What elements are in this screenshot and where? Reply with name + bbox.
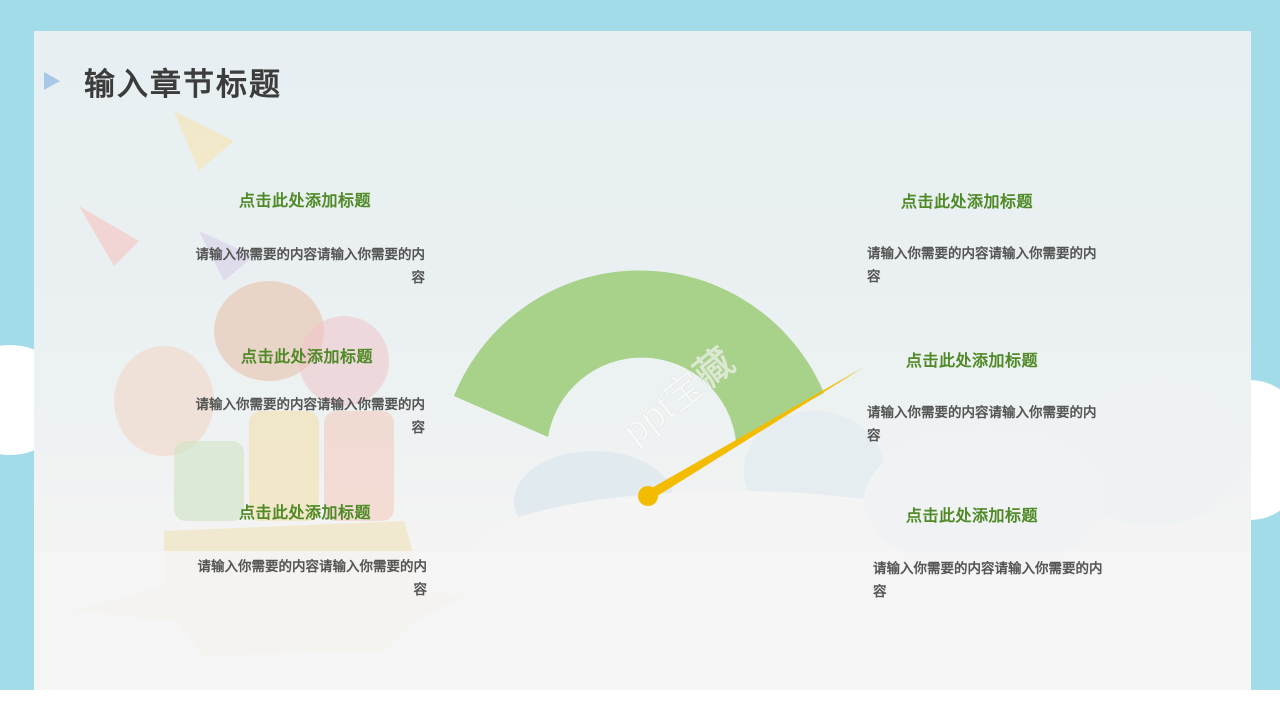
right-item-3-title[interactable]: 点击此处添加标题 xyxy=(877,502,1067,526)
left-item-1-body[interactable]: 请输入你需要的内容请输入你需要的内容 xyxy=(195,244,426,290)
right-item-3-body[interactable]: 请输入你需要的内容请输入你需要的内容 xyxy=(873,558,1103,604)
right-item-1-body[interactable]: 请输入你需要的内容请输入你需要的内容 xyxy=(867,243,1097,289)
gauge-needle-hub xyxy=(638,486,658,506)
right-item-1-title[interactable]: 点击此处添加标题 xyxy=(872,188,1062,212)
right-item-2-body[interactable]: 请输入你需要的内容请输入你需要的内容 xyxy=(867,402,1097,448)
left-item-3-body[interactable]: 请输入你需要的内容请输入你需要的内容 xyxy=(197,556,428,602)
left-item-3-title[interactable]: 点击此处添加标题 xyxy=(210,499,400,523)
content-panel: 输入章节标题 ppt宝藏 点击此处添加标题 请输入你需要的内容请输入你需要的内容… xyxy=(34,31,1251,690)
right-item-2-title[interactable]: 点击此处添加标题 xyxy=(877,347,1067,371)
left-item-1-title[interactable]: 点击此处添加标题 xyxy=(210,187,400,211)
left-item-2-title[interactable]: 点击此处添加标题 xyxy=(212,343,402,367)
left-item-2-body[interactable]: 请输入你需要的内容请输入你需要的内容 xyxy=(195,394,426,440)
